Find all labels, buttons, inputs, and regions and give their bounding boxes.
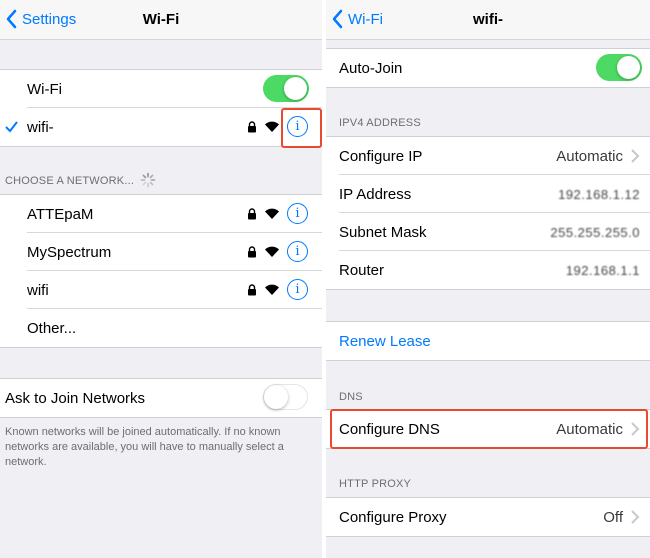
network-list: ATTEpaM i MySpectrum i wifi i Other... (0, 194, 322, 348)
autojoin-label: Auto-Join (339, 59, 403, 77)
ip-address-label: IP Address (339, 185, 412, 203)
toggle-knob (264, 385, 288, 409)
toggle-knob (284, 77, 307, 100)
network-row[interactable]: wifi i (0, 271, 322, 309)
wifi-toggle-row: Wi-Fi (0, 70, 322, 108)
network-name: wifi (27, 281, 49, 299)
other-label: Other... (27, 319, 77, 337)
info-icon[interactable]: i (287, 241, 308, 262)
ask-join-footnote: Known networks will be joined automatica… (5, 426, 284, 468)
connected-network-name: wifi- (27, 118, 54, 136)
chevron-right-icon (631, 510, 640, 524)
network-row[interactable]: ATTEpaM i (0, 195, 322, 233)
other-network-row[interactable]: Other... (0, 309, 322, 347)
subnet-row: Subnet Mask 255.255.255.0 (326, 213, 650, 251)
configure-proxy-label: Configure Proxy (339, 508, 447, 526)
wifi-toggle[interactable] (263, 75, 309, 102)
autojoin-group: Auto-Join (326, 48, 650, 88)
autojoin-toggle[interactable] (596, 54, 642, 81)
ask-join-label: Ask to Join Networks (5, 389, 146, 407)
info-icon[interactable]: i (287, 279, 308, 300)
toggle-knob (617, 56, 640, 79)
renew-lease-button[interactable]: Renew Lease (326, 322, 650, 360)
ask-join-toggle[interactable] (263, 384, 308, 410)
http-proxy-header: HTTP PROXY (339, 478, 412, 490)
chevron-right-icon (631, 149, 640, 163)
wifi-icon (265, 208, 279, 219)
ipv4-group: Configure IP Automatic IP Address 192.16… (326, 136, 650, 290)
spinner-icon (140, 172, 156, 188)
router-label: Router (339, 261, 385, 279)
ipv4-header: IPV4 ADDRESS (339, 117, 421, 129)
renew-lease-label: Renew Lease (339, 332, 431, 350)
info-icon[interactable]: i (287, 203, 308, 224)
lock-icon (248, 121, 256, 133)
configure-ip-row[interactable]: Configure IP Automatic (326, 137, 650, 175)
page-title: Wi-Fi (142, 11, 180, 28)
wifi-settings-screen: Settings Wi-Fi Wi-Fi wifi- i CHOOSE A NE… (0, 0, 322, 558)
subnet-value: 255.255.255.0 (550, 224, 640, 240)
configure-proxy-row[interactable]: Configure Proxy Off (326, 498, 650, 536)
lock-icon (248, 246, 256, 258)
network-name: ATTEpaM (27, 205, 94, 223)
ask-join-row: Ask to Join Networks (0, 379, 322, 417)
lock-icon (248, 208, 256, 220)
network-name: MySpectrum (27, 243, 112, 261)
subnet-label: Subnet Mask (339, 223, 427, 241)
configure-ip-label: Configure IP (339, 147, 423, 165)
wifi-group: Wi-Fi wifi- i (0, 69, 322, 147)
wifi-label: Wi-Fi (27, 80, 62, 98)
wifi-icon (265, 246, 279, 257)
wifi-icon (265, 284, 279, 295)
renew-group: Renew Lease (326, 321, 650, 361)
nav-bar: Wi-Fi wifi- (326, 0, 650, 40)
router-row: Router 192.168.1.1 (326, 251, 650, 289)
network-detail-screen: Wi-Fi wifi- Auto-Join IPV4 ADDRESS Confi… (326, 0, 650, 558)
lock-icon (248, 284, 256, 296)
ip-address-value: 192.168.1.12 (558, 186, 640, 202)
checkmark-icon (5, 121, 18, 133)
connected-network-row[interactable]: wifi- i (0, 108, 322, 146)
wifi-icon (265, 121, 279, 132)
configure-proxy-value: Off (603, 508, 623, 526)
ip-address-row: IP Address 192.168.1.12 (326, 175, 650, 213)
highlight-box-info (281, 108, 322, 148)
network-row[interactable]: MySpectrum i (0, 233, 322, 271)
highlight-box-dns (330, 409, 648, 449)
configure-ip-value: Automatic (556, 147, 623, 165)
choose-network-header: CHOOSE A NETWORK... (5, 175, 135, 187)
ask-join-group: Ask to Join Networks (0, 378, 322, 418)
autojoin-row: Auto-Join (326, 49, 650, 87)
nav-bar: Settings Wi-Fi (0, 0, 322, 40)
proxy-group: Configure Proxy Off (326, 497, 650, 537)
dns-header: DNS (339, 391, 363, 403)
page-title: wifi- (473, 11, 503, 28)
router-value: 192.168.1.1 (565, 262, 640, 278)
